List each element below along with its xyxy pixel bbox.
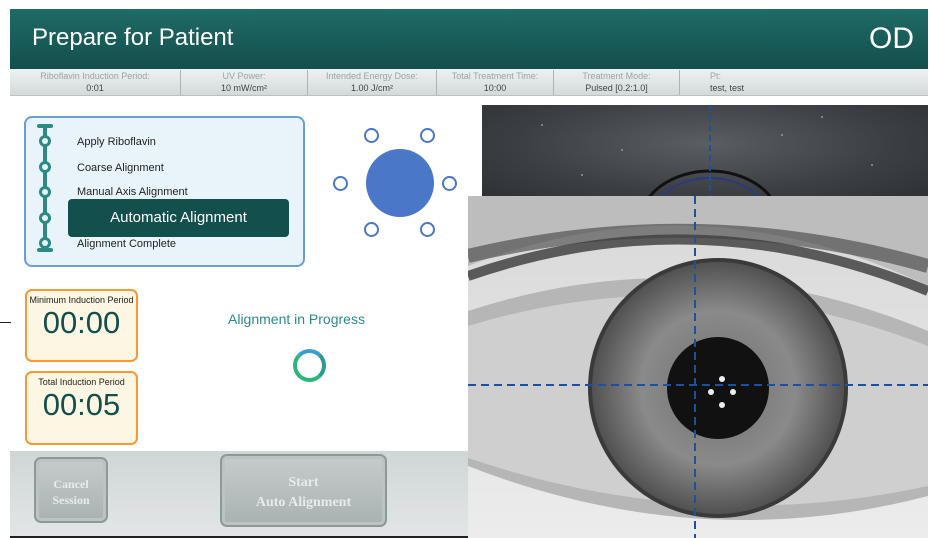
alignment-steps-panel: Apply Riboflavin Coarse Alignment Manual… — [24, 116, 305, 267]
step-coarse-alignment: Coarse Alignment — [77, 162, 164, 174]
button-line: Start — [288, 475, 319, 490]
alignment-ring-bottom-right — [420, 222, 435, 237]
step-node — [39, 135, 51, 147]
step-node — [39, 186, 51, 198]
info-value: 0:01 — [86, 83, 104, 93]
divider — [0, 322, 11, 323]
info-riboflavin-period: Riboflavin Induction Period: 0:01 — [10, 70, 181, 95]
footer-bar: Cancel Session Start Auto Alignment — [10, 451, 469, 538]
camera-view-top — [482, 105, 928, 202]
alignment-ring-left — [333, 176, 348, 191]
info-label: Intended Energy Dose: — [325, 71, 419, 81]
info-energy-dose: Intended Energy Dose: 1.00 J/cm² — [308, 70, 437, 95]
timer-value: 00:00 — [42, 305, 121, 340]
header-bar: Prepare for Patient OD — [10, 9, 928, 69]
eye-camera-image — [468, 196, 928, 538]
info-value: 10 mW/cm² — [221, 83, 267, 93]
info-label: Pt: — [710, 71, 722, 81]
timer-value: 00:05 — [42, 387, 121, 422]
rail-cap-top — [37, 124, 53, 128]
alignment-status: Alignment in Progress — [228, 311, 365, 327]
info-label: UV Power: — [222, 71, 266, 81]
step-node — [39, 161, 51, 173]
start-auto-alignment-button[interactable]: Start Auto Alignment — [220, 454, 387, 527]
step-manual-axis-alignment: Manual Axis Alignment — [77, 186, 188, 198]
page-title: Prepare for Patient — [32, 24, 234, 51]
alignment-light-indicator — [328, 124, 458, 239]
info-uv-power: UV Power: 10 mW/cm² — [181, 70, 308, 95]
step-node — [39, 237, 51, 249]
cancel-session-button[interactable]: Cancel Session — [34, 457, 108, 523]
info-label: Total Treatment Time: — [451, 71, 539, 81]
alignment-ring-top-right — [420, 128, 435, 143]
alignment-ring-top-left — [364, 128, 379, 143]
button-line: Auto Alignment — [255, 495, 352, 510]
info-treatment-mode: Treatment Mode: Pulsed [0.2:1.0] — [554, 70, 680, 95]
eye-indicator: OD — [869, 22, 914, 55]
info-value: 10:00 — [483, 83, 507, 93]
camera-top-image — [541, 105, 873, 202]
alignment-ring-right — [442, 176, 457, 191]
info-value: test, test — [710, 83, 745, 93]
info-value: Pulsed [0.2:1.0] — [585, 83, 648, 93]
treatment-info-bar: Riboflavin Induction Period: 0:01 UV Pow… — [10, 69, 928, 96]
timer-label: Minimum Induction Period — [29, 295, 134, 305]
info-patient: Pt: test, test — [680, 70, 780, 95]
alignment-center-dot — [366, 149, 434, 217]
camera-view-main — [468, 196, 928, 538]
min-induction-timer: Minimum Induction Period 00:00 — [25, 289, 138, 362]
info-label: Riboflavin Induction Period: — [40, 71, 150, 81]
info-label: Treatment Mode: — [582, 71, 651, 81]
button-line: Session — [52, 493, 90, 507]
alignment-ring-bottom-left — [364, 222, 379, 237]
step-node — [39, 212, 51, 224]
info-treatment-time: Total Treatment Time: 10:00 — [437, 70, 554, 95]
procedure-panel: Apply Riboflavin Coarse Alignment Manual… — [10, 96, 466, 451]
step-apply-riboflavin: Apply Riboflavin — [77, 136, 156, 148]
timer-label: Total Induction Period — [38, 377, 125, 387]
progress-spinner-icon — [293, 349, 326, 382]
total-induction-timer: Total Induction Period 00:05 — [25, 371, 138, 445]
info-value: 1.00 J/cm² — [350, 83, 393, 93]
button-line: Cancel — [53, 477, 89, 491]
step-alignment-complete: Alignment Complete — [77, 238, 177, 250]
step-automatic-alignment-active: Automatic Alignment — [68, 199, 289, 237]
